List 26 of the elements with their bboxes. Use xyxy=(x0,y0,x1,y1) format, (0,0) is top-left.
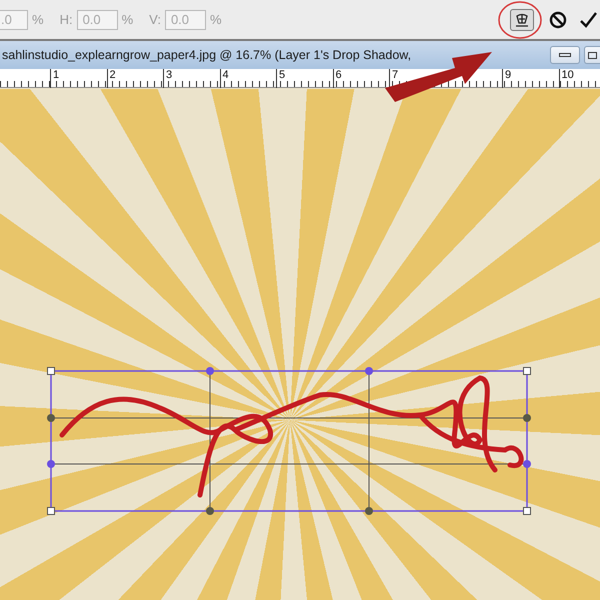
unit-label: % xyxy=(122,10,134,29)
ruler-mark: 5 xyxy=(276,69,286,88)
field-label: V: xyxy=(149,10,161,29)
value-field[interactable]: .0 xyxy=(0,10,28,30)
restore-button[interactable] xyxy=(584,46,600,64)
commit-button[interactable] xyxy=(578,10,598,30)
ruler-mark: 10 xyxy=(558,69,574,88)
unit-label: % xyxy=(210,10,222,29)
warp-mode-button[interactable] xyxy=(510,8,534,30)
cancel-icon xyxy=(549,10,567,28)
value-field[interactable]: 0.0 xyxy=(76,10,118,30)
checkmark-icon xyxy=(579,10,597,28)
document-title: sahlinstudio_explearngrow_paper4.jpg @ 16.7% (Layer 1's Drop Shadow, xyxy=(2,46,412,64)
field-label: H: xyxy=(60,10,73,29)
transformed-string-drawing[interactable] xyxy=(47,367,531,515)
value-field[interactable]: 0.0 xyxy=(164,10,206,30)
ruler-mark: 3 xyxy=(163,69,172,88)
ruler-mark: 1 xyxy=(50,69,60,88)
warp-icon xyxy=(514,12,530,28)
minimize-button[interactable] xyxy=(550,46,580,64)
cancel-button[interactable] xyxy=(548,10,568,30)
ruler-mark: 2 xyxy=(106,69,116,88)
ruler-mark: 6 xyxy=(332,69,342,88)
unit-label: % xyxy=(32,10,44,29)
ruler-mark: 9 xyxy=(502,69,512,88)
ruler-mark: 4 xyxy=(220,69,229,88)
